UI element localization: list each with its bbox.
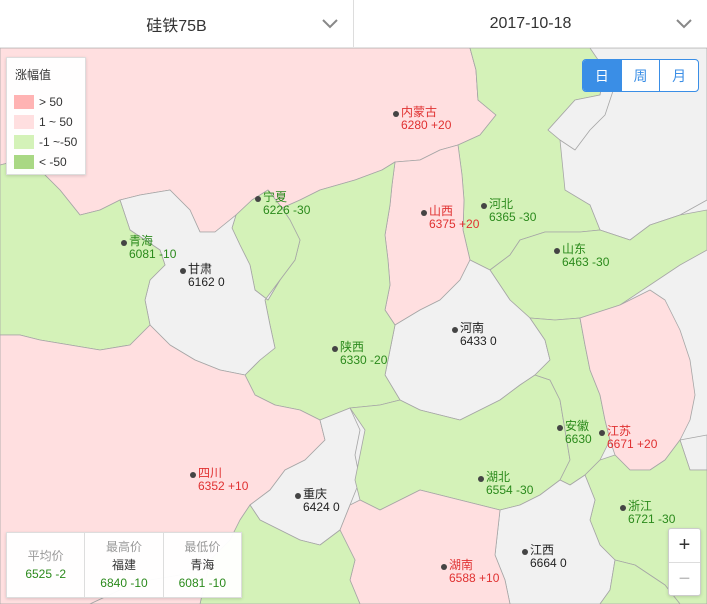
- price-map-app: 硅铁75B 2017-10-18 内蒙古 6280 +20 宁夏 6226 -3…: [0, 0, 707, 604]
- province-dot: [557, 425, 563, 431]
- zoom-control: + −: [668, 528, 701, 596]
- avg-price-label: 平均价: [27, 549, 64, 563]
- province-dot: [121, 240, 127, 246]
- province-dot: [180, 268, 186, 274]
- zoom-in-button[interactable]: +: [669, 529, 700, 562]
- legend-item: < -50: [14, 154, 67, 170]
- period-month-button[interactable]: 月: [659, 60, 698, 91]
- province-dot: [554, 248, 560, 254]
- province-price: 6424 0: [303, 500, 340, 514]
- province-dot: [421, 210, 427, 216]
- region-hunan[interactable]: [339, 489, 511, 604]
- legend-label: -1 ~-50: [39, 135, 78, 149]
- province-dot: [478, 476, 484, 482]
- province-price: 6280 +20: [401, 118, 452, 132]
- province-dot: [599, 430, 605, 436]
- period-day-button[interactable]: 日: [583, 60, 621, 91]
- province-price-map[interactable]: 内蒙古 6280 +20 宁夏 6226 -30 山西 6375 +20 河北 6365 -3…: [0, 48, 707, 604]
- product-select-value: 硅铁75B: [146, 17, 207, 35]
- province-price: 6463 -30: [562, 255, 610, 269]
- province-price: 6588 +10: [449, 571, 500, 585]
- province-dot: [441, 564, 447, 570]
- province-price: 6226 -30: [263, 203, 311, 217]
- date-select[interactable]: 2017-10-18: [353, 0, 707, 47]
- min-price-label: 最低价: [184, 540, 221, 554]
- min-price-value: 6081 -10: [178, 576, 226, 590]
- period-toggle: 日 周 月: [582, 59, 699, 92]
- province-price: 6630: [565, 432, 592, 446]
- legend-swatch: [14, 95, 34, 109]
- province-price: 6554 -30: [486, 483, 534, 497]
- province-price: 6365 -30: [489, 210, 537, 224]
- legend-swatch: [14, 135, 34, 149]
- chevron-down-icon: [676, 19, 692, 29]
- map-canvas: [0, 48, 707, 604]
- avg-price-stat: 平均价 6525 -2: [7, 533, 84, 597]
- province-price: 6375 +20: [429, 217, 480, 231]
- legend-swatch: [14, 155, 34, 169]
- filter-bar: 硅铁75B 2017-10-18: [0, 0, 707, 48]
- province-dot: [452, 327, 458, 333]
- zoom-out-button[interactable]: −: [669, 562, 700, 595]
- legend-label: < -50: [39, 155, 67, 169]
- min-price-province: 青海: [190, 558, 215, 572]
- province-price: 6664 0: [530, 556, 567, 570]
- product-select[interactable]: 硅铁75B: [0, 0, 353, 47]
- legend-swatch: [14, 115, 34, 129]
- legend-item: > 50: [14, 94, 63, 110]
- province-dot: [190, 472, 196, 478]
- price-summary: 平均价 6525 -2 最高价 福建 6840 -10 最低价 青海 6081 …: [6, 532, 242, 598]
- province-dot: [393, 111, 399, 117]
- date-select-value: 2017-10-18: [489, 14, 572, 32]
- province-dot: [295, 493, 301, 499]
- legend: 涨幅值 > 50 1 ~ 50 -1 ~-50 < -50: [6, 57, 86, 175]
- province-price: 6721 -30: [628, 512, 676, 526]
- province-price: 6433 0: [460, 334, 497, 348]
- province-price: 6330 -20: [340, 353, 388, 367]
- max-price-stat: 最高价 福建 6840 -10: [84, 533, 162, 597]
- province-price: 6162 0: [188, 275, 225, 289]
- province-dot: [332, 346, 338, 352]
- legend-item: -1 ~-50: [14, 134, 77, 150]
- avg-price-value: 6525 -2: [25, 567, 67, 581]
- legend-label: > 50: [39, 95, 63, 109]
- province-dot: [481, 203, 487, 209]
- period-week-button[interactable]: 周: [620, 60, 660, 91]
- min-price-stat: 最低价 青海 6081 -10: [162, 533, 241, 597]
- legend-label: 1 ~ 50: [39, 115, 73, 129]
- province-price: 6671 +20: [607, 437, 658, 451]
- max-price-label: 最高价: [105, 540, 142, 554]
- chevron-down-icon: [322, 19, 338, 29]
- legend-title: 涨幅值: [15, 68, 52, 82]
- legend-item: 1 ~ 50: [14, 114, 73, 130]
- province-dot: [522, 549, 528, 555]
- province-price: 6081 -10: [129, 247, 177, 261]
- province-dot: [620, 505, 626, 511]
- max-price-value: 6840 -10: [100, 576, 148, 590]
- max-price-province: 福建: [111, 558, 136, 572]
- province-price: 6352 +10: [198, 479, 249, 493]
- province-dot: [255, 196, 261, 202]
